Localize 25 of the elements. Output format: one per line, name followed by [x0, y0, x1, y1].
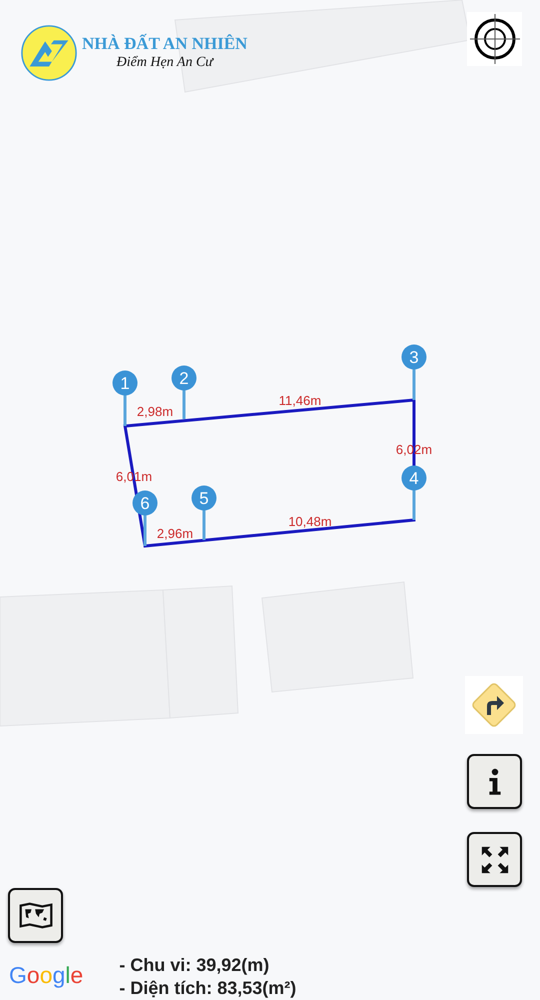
brand-name: NHÀ ĐẤT AN NHIÊN	[82, 34, 248, 54]
edge-length-label: 2,96m	[156, 526, 194, 541]
map-pin[interactable]: 6	[132, 490, 158, 546]
brand-tagline: Điểm Hẹn An Cư	[116, 54, 213, 72]
map-pin[interactable]: 3	[402, 344, 426, 400]
map-type-button[interactable]	[8, 888, 63, 943]
measurement-text: - Diện tích: 83,53(m²)	[119, 977, 296, 1000]
google-logo: Google	[9, 962, 84, 989]
map-pin[interactable]: 2	[172, 366, 196, 419]
crosshair-icon	[468, 12, 522, 66]
map-pin[interactable]: 5	[192, 486, 216, 540]
expand-icon	[480, 844, 510, 874]
info-button[interactable]	[467, 754, 522, 809]
locate-button[interactable]	[467, 12, 522, 66]
directions-button[interactable]	[465, 676, 523, 734]
logo-icon	[20, 24, 78, 82]
world-map-icon	[18, 902, 54, 929]
map-pin[interactable]: 4	[402, 466, 426, 520]
info-icon	[486, 766, 502, 796]
map-pin[interactable]: 1	[112, 370, 138, 426]
edge-length-label: 11,46m	[278, 393, 322, 408]
edge-length-label: 2,98m	[136, 404, 174, 419]
measurement-text: - Chu vi: 39,92(m)	[119, 954, 270, 977]
edge-length-label: 10,48m	[288, 514, 332, 529]
fullscreen-button[interactable]	[467, 832, 522, 887]
